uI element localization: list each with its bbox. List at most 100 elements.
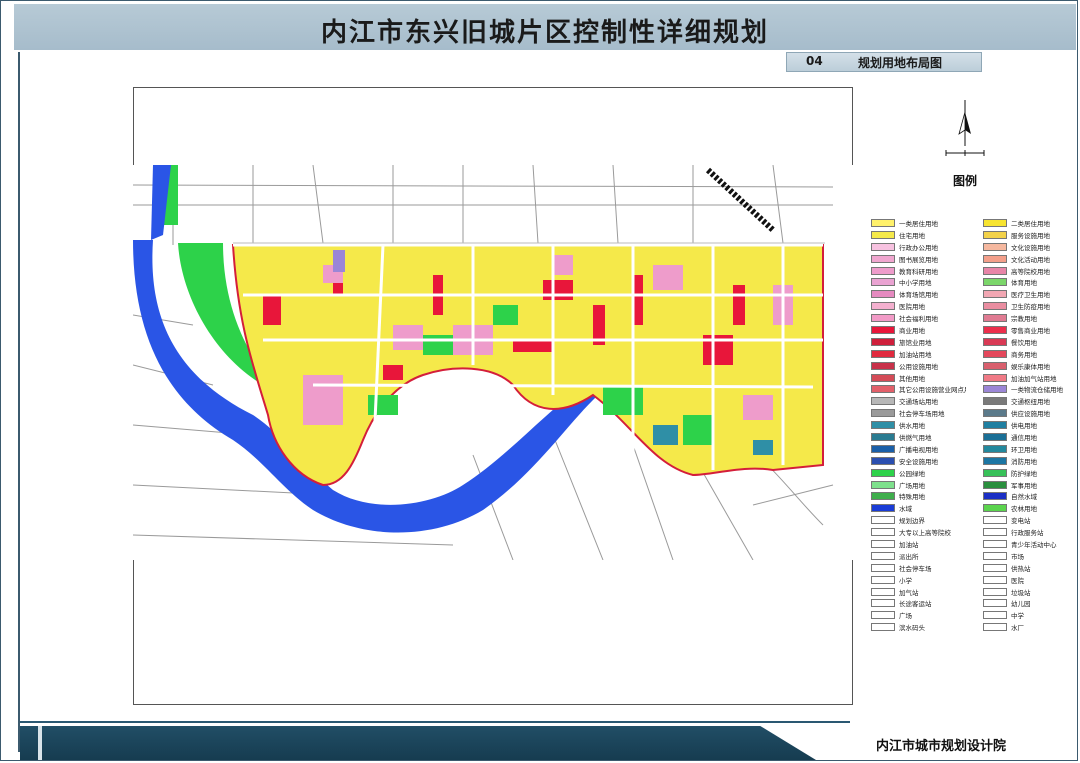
legend-swatch bbox=[983, 278, 1007, 287]
legend-label: 体育场馆用地 bbox=[899, 291, 938, 300]
legend-item: 服务设施用地 bbox=[983, 229, 1078, 241]
legend-item: 派出所 bbox=[871, 550, 966, 562]
legend-swatch bbox=[871, 504, 895, 513]
legend-label: 交通场站用地 bbox=[899, 398, 938, 407]
land-use-map bbox=[133, 165, 853, 560]
legend-label: 供热站 bbox=[1011, 564, 1031, 573]
legend-item: 通信用地 bbox=[983, 431, 1078, 443]
legend-swatch bbox=[983, 266, 1007, 275]
legend-label: 娱乐康体用地 bbox=[1011, 362, 1050, 371]
legend-swatch bbox=[871, 230, 895, 239]
legend-item: 卫生防疫用地 bbox=[983, 300, 1078, 312]
legend-item: 供水用地 bbox=[871, 419, 966, 431]
legend-item: 农林用地 bbox=[983, 502, 1078, 514]
legend-item: 社会福利用地 bbox=[871, 312, 966, 324]
legend-swatch bbox=[983, 254, 1007, 263]
legend-swatch bbox=[983, 504, 1007, 513]
legend-swatch bbox=[871, 325, 895, 334]
legend-swatch bbox=[871, 551, 895, 560]
legend-item: 体育场馆用地 bbox=[871, 288, 966, 300]
legend-swatch bbox=[871, 290, 895, 299]
legend-item: 特殊用地 bbox=[871, 490, 966, 502]
legend-item: 公园绿地 bbox=[871, 467, 966, 479]
legend-swatch bbox=[983, 587, 1007, 596]
legend-label: 防护绿地 bbox=[1011, 469, 1037, 478]
legend-label: 水厂 bbox=[1011, 624, 1024, 633]
legend-swatch bbox=[983, 302, 1007, 311]
legend-item: 宗教用地 bbox=[983, 312, 1078, 324]
plan-title: 内江市东兴旧城片区控制性详细规划 bbox=[320, 18, 769, 48]
legend-label: 文化设施用地 bbox=[1011, 243, 1050, 252]
legend-swatch bbox=[871, 361, 895, 370]
legend-item: 广场用地 bbox=[871, 479, 966, 491]
legend-swatch bbox=[983, 551, 1007, 560]
legend-swatch bbox=[871, 492, 895, 501]
legend-label: 垃圾站 bbox=[1011, 588, 1031, 597]
legend-swatch bbox=[983, 290, 1007, 299]
legend-label: 服务设施用地 bbox=[1011, 231, 1050, 240]
legend-swatch bbox=[983, 373, 1007, 382]
legend-label: 住宅用地 bbox=[899, 231, 925, 240]
legend-item: 一类居住用地 bbox=[871, 217, 966, 229]
footer-rule bbox=[20, 721, 850, 723]
legend-item: 教育科研用地 bbox=[871, 265, 966, 277]
legend-label: 行政办公用地 bbox=[899, 243, 938, 252]
legend-item: 文化设施用地 bbox=[983, 241, 1078, 253]
legend-swatch bbox=[871, 421, 895, 430]
legend-item: 商务用地 bbox=[983, 348, 1078, 360]
legend-swatch bbox=[871, 599, 895, 608]
legend-label: 二类居住用地 bbox=[1011, 219, 1050, 228]
legend-item: 广播电视用地 bbox=[871, 443, 966, 455]
legend-label: 广播电视用地 bbox=[899, 445, 938, 454]
legend-label: 安全设施用地 bbox=[899, 457, 938, 466]
legend-label: 供电用地 bbox=[1011, 422, 1037, 431]
legend-label: 医疗卫生用地 bbox=[1011, 291, 1050, 300]
legend-label: 加气站 bbox=[899, 588, 919, 597]
legend-label: 供水用地 bbox=[899, 422, 925, 431]
legend-item: 一类物流仓储用地 bbox=[983, 383, 1078, 395]
legend-swatch bbox=[871, 302, 895, 311]
legend-label: 中学 bbox=[1011, 612, 1024, 621]
legend-label: 公园绿地 bbox=[899, 469, 925, 478]
legend-swatch bbox=[983, 385, 1007, 394]
legend-swatch bbox=[871, 575, 895, 584]
legend-item: 变电站 bbox=[983, 514, 1078, 526]
legend-item: 交通场站用地 bbox=[871, 395, 966, 407]
legend-swatch bbox=[871, 468, 895, 477]
legend-item: 医疗卫生用地 bbox=[983, 288, 1078, 300]
legend-item: 水域 bbox=[871, 502, 966, 514]
legend-label: 商务用地 bbox=[1011, 350, 1037, 359]
legend-item: 其他用地 bbox=[871, 372, 966, 384]
legend-item: 规划边界 bbox=[871, 514, 966, 526]
legend-item: 幼儿园 bbox=[983, 598, 1078, 610]
legend-item: 文化活动用地 bbox=[983, 253, 1078, 265]
legend-item: 交通枢纽用地 bbox=[983, 395, 1078, 407]
legend-swatch bbox=[871, 480, 895, 489]
legend-label: 派出所 bbox=[899, 552, 919, 561]
legend-label: 环卫用地 bbox=[1011, 445, 1037, 454]
legend-item: 体育用地 bbox=[983, 276, 1078, 288]
legend-item: 零售商业用地 bbox=[983, 324, 1078, 336]
legend-item: 垃圾站 bbox=[983, 586, 1078, 598]
legend-swatch bbox=[983, 623, 1007, 632]
legend-swatch bbox=[983, 230, 1007, 239]
legend-swatch bbox=[983, 337, 1007, 346]
legend-item: 加油站用地 bbox=[871, 348, 966, 360]
legend-label: 青少年活动中心 bbox=[1011, 540, 1057, 549]
legend-swatch bbox=[983, 397, 1007, 406]
legend-label: 供燃气用地 bbox=[899, 433, 932, 442]
left-margin-line bbox=[18, 52, 20, 752]
legend-label: 特殊用地 bbox=[899, 493, 925, 502]
footer-band bbox=[20, 726, 816, 760]
legend-item: 安全设施用地 bbox=[871, 455, 966, 467]
legend-label: 广场用地 bbox=[899, 481, 925, 490]
legend-swatch bbox=[983, 456, 1007, 465]
legend-swatch bbox=[871, 563, 895, 572]
legend-swatch bbox=[983, 468, 1007, 477]
legend-label: 公用设施用地 bbox=[899, 362, 938, 371]
legend-item: 旅馆业用地 bbox=[871, 336, 966, 348]
legend-item: 环卫用地 bbox=[983, 443, 1078, 455]
legend-label: 其它公用设施营业网点用地 bbox=[899, 386, 966, 395]
legend-label: 其他用地 bbox=[899, 374, 925, 383]
legend-swatch bbox=[983, 516, 1007, 525]
